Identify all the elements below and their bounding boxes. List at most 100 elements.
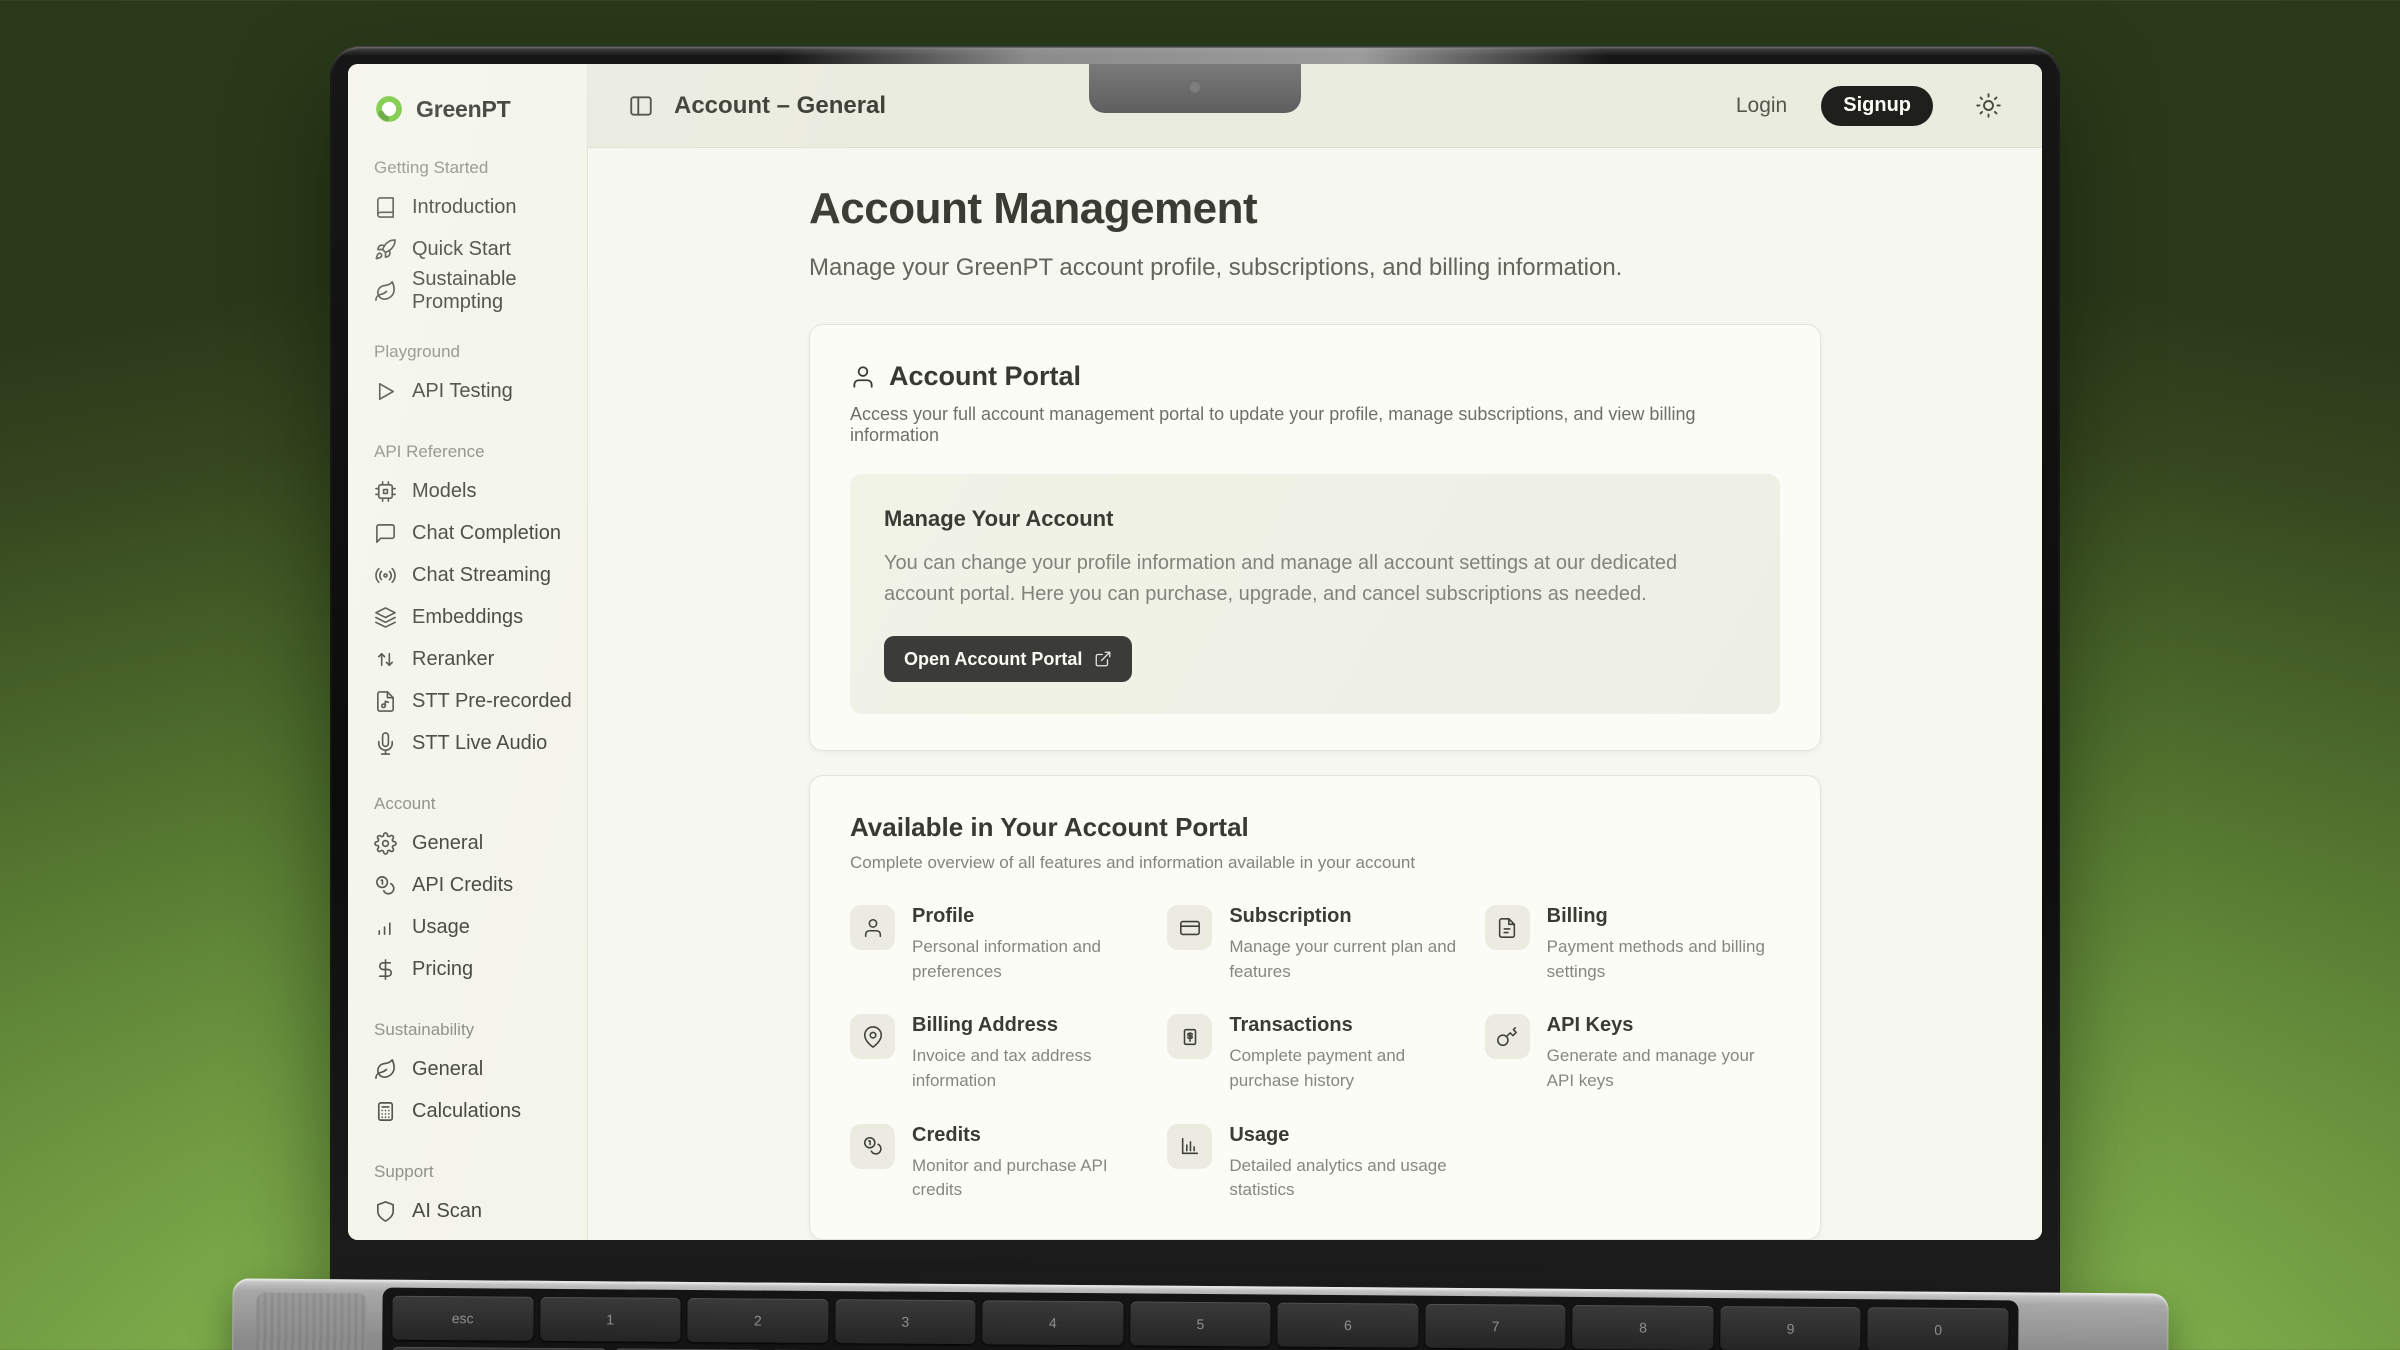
open-account-portal-label: Open Account Portal	[904, 649, 1082, 670]
feature-item-billing-address: Billing Address Invoice and tax address i…	[850, 1014, 1145, 1093]
sidebar-item-sustainability-calculations[interactable]: Calculations	[374, 1090, 573, 1132]
dollar-icon	[374, 958, 397, 981]
features-card: Available in Your Account Portal Complet…	[809, 775, 1821, 1240]
feature-title: API Keys	[1547, 1014, 1780, 1037]
feature-description: Generate and manage your API keys	[1547, 1044, 1780, 1093]
feature-icon-box	[850, 1014, 895, 1059]
sidebar-item-label: Quick Start	[412, 238, 511, 261]
key-1: 1	[540, 1297, 681, 1342]
sidebar-item-label: Usage	[412, 916, 470, 939]
sidebar-item-api-reference-chat-streaming[interactable]: Chat Streaming	[374, 554, 573, 596]
key-5: 5	[1130, 1301, 1271, 1346]
feature-item-subscription: SubscriptionManage your current plan and…	[1167, 905, 1462, 984]
feature-title: Billing	[1547, 905, 1780, 928]
feature-icon-box	[1167, 905, 1212, 950]
sidebar-item-label: Calculations	[412, 1100, 521, 1123]
sidebar-item-label: Reranker	[412, 648, 494, 671]
rocket-icon	[374, 238, 397, 261]
sidebar-item-label: STT Pre-recorded	[412, 690, 572, 713]
sidebar-item-api-reference-embeddings[interactable]: Embeddings	[374, 596, 573, 638]
account-portal-card: Account Portal Access your full account …	[809, 324, 1821, 751]
sidebar-item-getting-started-introduction[interactable]: Introduction	[374, 186, 573, 228]
bars-icon	[374, 916, 397, 939]
manage-account-title: Manage Your Account	[884, 506, 1746, 532]
sidebar-item-getting-started-sustainable-prompting[interactable]: Sustainable Prompting	[374, 270, 573, 312]
receipt-icon	[1179, 1026, 1201, 1048]
laptop-lid: GreenPT Getting StartedIntroduction Quick…	[330, 46, 2060, 1308]
feature-item-transactions: TransactionsComplete payment and purchas…	[1167, 1014, 1462, 1093]
features-grid: ProfilePersonal information and preferen…	[850, 905, 1780, 1203]
sidebar-item-label: API Testing	[412, 380, 513, 403]
account-portal-description: Access your full account management port…	[850, 404, 1780, 446]
sidebar-item-api-reference-stt-pre-recorded[interactable]: STT Pre-recorded	[374, 680, 573, 722]
calculator-icon	[374, 1100, 397, 1123]
person-icon	[862, 917, 884, 939]
key-icon	[1496, 1026, 1518, 1048]
feature-item-billing: Billing Payment methods and billing setti…	[1485, 905, 1780, 984]
notch	[1089, 64, 1301, 113]
features-card-title: Available in Your Account Portal	[850, 812, 1780, 843]
feature-icon-box	[1167, 1124, 1212, 1169]
book-icon	[374, 196, 397, 219]
sidebar-item-support-ai-scan[interactable]: AI Scan	[374, 1190, 573, 1232]
main-content: Account Management Manage your GreenPT a…	[588, 148, 2042, 1240]
sidebar-item-label: Pricing	[412, 958, 473, 981]
keyboard-row: esc1234567890	[392, 1296, 2008, 1350]
signup-button[interactable]: Signup	[1821, 86, 1933, 126]
topbar: Account – General Login Signup	[588, 64, 2042, 148]
sidebar-section-label: Getting Started	[374, 158, 573, 186]
feature-title: Billing Address	[912, 1014, 1145, 1037]
feature-icon-box	[1485, 905, 1530, 950]
sidebar-item-api-reference-models[interactable]: Models	[374, 470, 573, 512]
sidebar-item-getting-started-quick-start[interactable]: Quick Start	[374, 228, 573, 270]
sort-icon	[374, 648, 397, 671]
feature-title: Credits	[912, 1124, 1145, 1147]
shield-icon	[374, 1200, 397, 1223]
person-icon	[850, 364, 876, 390]
brand-logo[interactable]: GreenPT	[374, 90, 573, 128]
account-portal-title: Account Portal	[889, 361, 1081, 392]
key-0: 0	[1868, 1307, 2009, 1350]
theme-toggle-sun-icon[interactable]	[1975, 92, 2002, 119]
sidebar-item-label: STT Live Audio	[412, 732, 547, 755]
key-6: 6	[1278, 1303, 1419, 1348]
sidebar-toggle-icon[interactable]	[628, 93, 654, 119]
feature-item-api-keys: API Keys Generate and manage your API key…	[1485, 1014, 1780, 1093]
manage-account-panel: Manage Your Account You can change your …	[850, 474, 1780, 714]
feature-item-credits: CreditsMonitor and purchase API credits	[850, 1124, 1145, 1203]
sidebar-item-playground-api-testing[interactable]: API Testing	[374, 370, 573, 412]
sidebar-item-account-usage[interactable]: Usage	[374, 906, 573, 948]
feature-description: Invoice and tax address information	[912, 1044, 1145, 1093]
page-subtitle: Manage your GreenPT account profile, sub…	[809, 254, 1821, 282]
feature-description: Payment methods and billing settings	[1547, 935, 1780, 984]
feature-description: Complete payment and purchase history	[1229, 1044, 1462, 1093]
credit-card-icon	[1179, 917, 1201, 939]
coins-icon	[374, 874, 397, 897]
sidebar-item-label: General	[412, 832, 483, 855]
sidebar: GreenPT Getting StartedIntroduction Quick…	[348, 64, 588, 1240]
key-2: 2	[687, 1298, 828, 1343]
login-link[interactable]: Login	[1736, 94, 1787, 118]
sidebar-item-api-reference-chat-completion[interactable]: Chat Completion	[374, 512, 573, 554]
sidebar-section-playground: PlaygroundAPI Testing	[374, 342, 573, 412]
sidebar-item-api-reference-stt-live-audio[interactable]: STT Live Audio	[374, 722, 573, 764]
key-4: 4	[982, 1300, 1123, 1345]
sidebar-item-label: Models	[412, 480, 476, 503]
topbar-title: Account – General	[674, 92, 886, 120]
sidebar-item-label: General	[412, 1058, 483, 1081]
feature-description: Personal information and preferences	[912, 935, 1145, 984]
sidebar-section-support: SupportAI Scan	[374, 1162, 573, 1232]
coins-icon	[862, 1135, 884, 1157]
sidebar-item-account-pricing[interactable]: Pricing	[374, 948, 573, 990]
sidebar-section-label: Account	[374, 794, 573, 822]
open-account-portal-button[interactable]: Open Account Portal	[884, 636, 1132, 682]
sidebar-item-sustainability-general[interactable]: General	[374, 1048, 573, 1090]
sidebar-item-account-api-credits[interactable]: API Credits	[374, 864, 573, 906]
sidebar-section-api-reference: API ReferenceModelsChat CompletionChat S…	[374, 442, 573, 764]
sidebar-section-label: Sustainability	[374, 1020, 573, 1048]
key-7: 7	[1425, 1304, 1566, 1349]
chat-icon	[374, 522, 397, 545]
sidebar-item-account-general[interactable]: General	[374, 822, 573, 864]
webcam-dot	[1188, 80, 1202, 94]
sidebar-item-api-reference-reranker[interactable]: Reranker	[374, 638, 573, 680]
